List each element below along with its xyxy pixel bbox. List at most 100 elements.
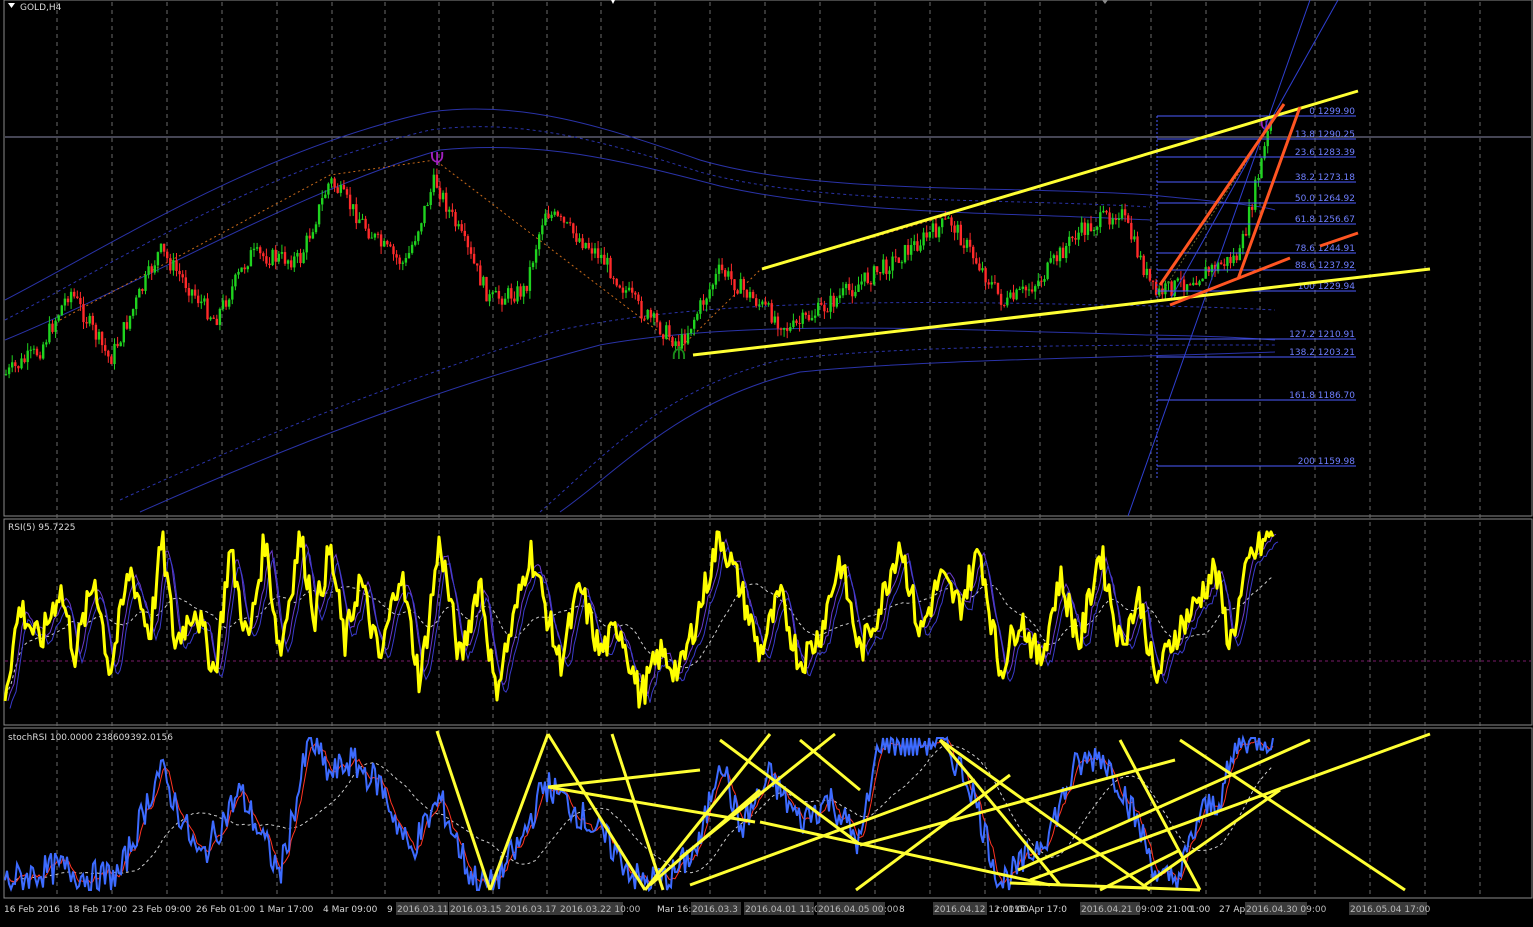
candle-body [965,239,969,248]
candle-body [494,291,497,293]
trendline [1017,738,1311,872]
candle-body [984,268,987,283]
candle-body [488,294,491,302]
candle-body [596,248,600,258]
candle-body [547,213,550,219]
candle-body [147,266,150,275]
candle-body [600,254,603,258]
chart-canvas[interactable]: ΨΨΨ0 1299.9013.8 1290.2523.6 1283.3938.2… [0,0,1533,923]
candle-body [528,267,532,291]
candle-body [776,316,780,329]
candle-body [894,256,897,258]
candle-body [88,315,91,324]
candle-body [662,334,665,339]
candle-body [646,309,649,319]
candle-body [1189,284,1192,286]
candle-body [581,238,584,249]
candle-body [345,189,349,195]
candle-body [190,289,194,296]
candle-body [606,257,609,265]
envelope-band [139,327,1276,513]
candle-body [999,293,1003,305]
candle-body [97,331,101,340]
candle-body [401,262,404,264]
candle-body [866,272,869,283]
candle-body [352,204,355,210]
candle-body [1074,238,1077,240]
candle-body [339,185,342,193]
candle-body [922,232,925,246]
anchor-marker [611,0,615,4]
time-axis-label: 2 21:00 [1158,905,1193,915]
candle-body [197,295,200,304]
candle-body [1195,282,1198,286]
candle-body [1065,245,1068,259]
candle-body [463,230,466,237]
candle-body [1127,215,1130,223]
candle-body [1241,233,1245,249]
trendline [1179,738,1406,892]
candle-body [1223,264,1226,266]
rsi-title: RSI(5) 95.7225 [8,523,75,533]
candle-body [476,263,479,266]
candle-body [950,217,953,226]
candle-body [1068,236,1071,246]
candle-body [407,252,411,259]
candle-body [745,289,749,298]
candle-body [891,256,894,271]
candle-body [128,315,132,329]
candle-body [308,235,311,239]
candle-body [1176,278,1179,281]
candle-body [851,290,854,297]
candle-body [51,323,54,332]
candle-body [562,217,566,223]
candle-body [1260,158,1263,179]
candle-body [1058,247,1062,262]
candle-body [1096,227,1099,230]
time-axis-label: 8 [899,905,905,915]
candle-body [1043,278,1046,282]
candle-body [1139,255,1142,258]
candle-body [1133,236,1136,240]
envelope-band [119,302,1276,501]
candle-body [200,301,203,304]
candle-body [94,324,98,340]
triangle-down-icon[interactable] [8,3,15,8]
candle-body [835,298,838,307]
trendline [488,733,550,891]
candle-body [531,262,535,268]
candle-body [435,174,439,188]
candle-body [1142,255,1145,276]
fib-level-label: 127.2 1210.91 [1289,330,1355,340]
candle-body [20,358,23,369]
candle-body [1198,281,1201,286]
candle-body [280,252,284,254]
candle-body [11,362,14,368]
candle-body [522,285,525,297]
candle-body [556,211,559,216]
candle-body [414,241,417,245]
candle-body [169,258,172,271]
time-axis-highlight-label: 2016.03.3 [692,905,738,915]
candle-body [7,367,11,375]
candle-body [844,283,848,289]
candle-body [500,298,504,305]
fib-level-label: 38.2 1273.18 [1295,173,1355,183]
candle-body [807,314,811,321]
candle-body [925,232,928,238]
candle-body [1235,255,1238,261]
candle-body [32,348,36,350]
candle-body [1254,179,1257,210]
candle-body [1123,209,1127,216]
candle-body [550,214,553,219]
candle-body [640,300,643,319]
candle-body [724,270,727,277]
candle-body [376,233,380,235]
candle-body [234,274,237,287]
candle-body [1226,257,1229,266]
candle-body [150,266,153,273]
candle-body [252,248,256,251]
candle-body [758,304,761,306]
candle-body [944,218,947,220]
candle-body [1040,280,1043,282]
